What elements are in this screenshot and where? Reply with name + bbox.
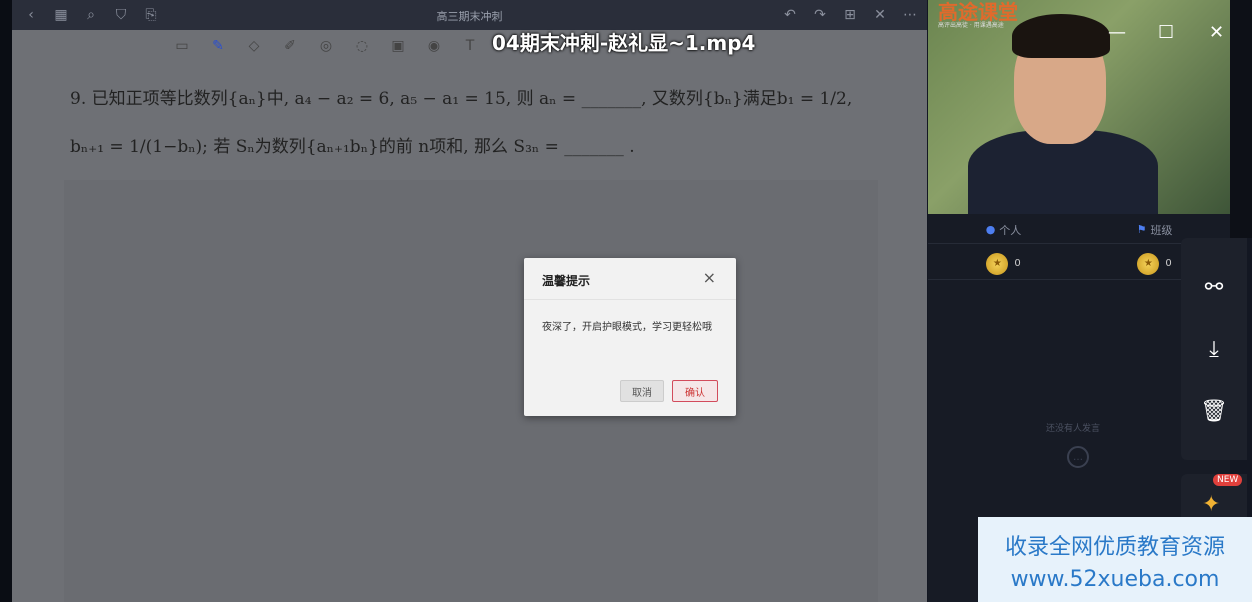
back-icon[interactable]: ‹ bbox=[20, 4, 42, 26]
bookmark-icon[interactable]: ⛉ bbox=[110, 4, 132, 26]
flag-icon: ⚑ bbox=[1136, 223, 1147, 236]
camera-icon[interactable]: ◉ bbox=[424, 36, 444, 56]
text-icon[interactable]: T bbox=[460, 36, 480, 56]
dialog-title: 温馨提示 bbox=[542, 274, 591, 288]
problem-line-2: bₙ₊₁ = 1/(1−bₙ); 若 Sₙ为数列{aₙ₊₁bₙ}的前 n项和, … bbox=[70, 137, 635, 157]
watermark-line-2: www.52xueba.com bbox=[1010, 567, 1220, 592]
eraser-icon[interactable]: ◇ bbox=[244, 36, 264, 56]
download-icon[interactable]: ⤓ bbox=[1201, 336, 1227, 362]
search-icon[interactable]: ⌕ bbox=[80, 4, 102, 26]
coin-icon: ★ bbox=[1137, 252, 1160, 275]
class-score-value: 0 bbox=[1165, 258, 1172, 269]
left-border bbox=[0, 0, 12, 602]
topbar-actions: ↶ ↷ ⊞ ✕ ⋯ bbox=[771, 4, 921, 26]
tab-personal-label: 个人 bbox=[999, 223, 1022, 237]
chat-bubble-icon: … bbox=[1067, 446, 1089, 468]
export-icon[interactable]: ⊞ bbox=[839, 4, 861, 26]
coin-icon: ★ bbox=[986, 252, 1009, 275]
pen-icon[interactable]: ✎ bbox=[208, 36, 228, 56]
redo-icon[interactable]: ↷ bbox=[809, 4, 831, 26]
lasso-icon[interactable]: ◌ bbox=[352, 36, 372, 56]
right-edge bbox=[1230, 0, 1252, 238]
dialog-close-icon[interactable]: × bbox=[703, 268, 716, 287]
close-icon[interactable]: ✕ bbox=[869, 4, 891, 26]
worksheet-area[interactable] bbox=[64, 180, 878, 602]
problem-line-1: 9. 已知正项等比数列{aₙ}中, a₄ − a₂ = 6, a₅ − a₁ =… bbox=[70, 89, 853, 109]
dialog-header: 温馨提示 × bbox=[524, 258, 736, 300]
brand-slogan: 高评出高徒 · 用课遇高途 bbox=[938, 22, 1004, 29]
watermark-banner: 收录全网优质教育资源 www.52xueba.com bbox=[978, 517, 1252, 602]
drawing-toolbar: ▭ ✎ ◇ ✐ ◎ ◌ ▣ ◉ T bbox=[172, 36, 480, 58]
window-close-icon[interactable]: ✕ bbox=[1209, 22, 1224, 43]
grid-icon[interactable]: ▦ bbox=[50, 4, 72, 26]
highlighter-icon[interactable]: ✐ bbox=[280, 36, 300, 56]
share-icon[interactable]: ⚯ bbox=[1201, 274, 1227, 300]
personal-score-value: 0 bbox=[1014, 258, 1021, 269]
confirm-button[interactable]: 确认 bbox=[672, 380, 718, 402]
watermark-line-1: 收录全网优质教育资源 bbox=[1004, 535, 1225, 560]
video-filename-overlay: 04期末冲刺-赵礼显~1.mp4 bbox=[492, 31, 756, 55]
tab-personal[interactable]: ● 个人 bbox=[928, 216, 1079, 243]
undo-icon[interactable]: ↶ bbox=[779, 4, 801, 26]
more-icon[interactable]: ⋯ bbox=[899, 4, 921, 26]
empty-chat-text: 还没有人发言 bbox=[1046, 424, 1101, 434]
top-bar: ‹ ▦ ⌕ ⛉ ⎘ 高三期末冲刺 ↶ ↷ ⊞ ✕ ⋯ bbox=[12, 0, 927, 30]
dialog-message: 夜深了，开启护眼模式，学习更轻松哦 bbox=[542, 322, 712, 333]
maximize-icon[interactable]: ☐ bbox=[1158, 22, 1174, 43]
teacher-video: 高途课堂 高评出高徒 · 用课遇高途 — ☐ ✕ bbox=[928, 0, 1230, 214]
cancel-button[interactable]: 取消 bbox=[620, 380, 664, 402]
person-icon: ● bbox=[985, 223, 996, 236]
floating-action-bar: ⚯ ⤓ 🗑 bbox=[1181, 238, 1247, 460]
image-icon[interactable]: ▣ bbox=[388, 36, 408, 56]
minimize-icon[interactable]: — bbox=[1108, 22, 1126, 43]
book-icon[interactable]: ▭ bbox=[172, 36, 192, 56]
personal-score: ★ 0 bbox=[928, 248, 1079, 279]
pin-icon[interactable]: ✦ bbox=[1202, 492, 1220, 517]
tab-class-label: 班级 bbox=[1150, 223, 1173, 237]
teacher-hair bbox=[1012, 14, 1110, 58]
share-doc-icon[interactable]: ⎘ bbox=[140, 4, 162, 26]
shapes-icon[interactable]: ◎ bbox=[316, 36, 336, 56]
eye-care-dialog: 温馨提示 × 夜深了，开启护眼模式，学习更轻松哦 取消 确认 bbox=[524, 258, 736, 416]
new-badge: NEW bbox=[1213, 474, 1243, 486]
trash-icon[interactable]: 🗑 bbox=[1200, 398, 1228, 424]
